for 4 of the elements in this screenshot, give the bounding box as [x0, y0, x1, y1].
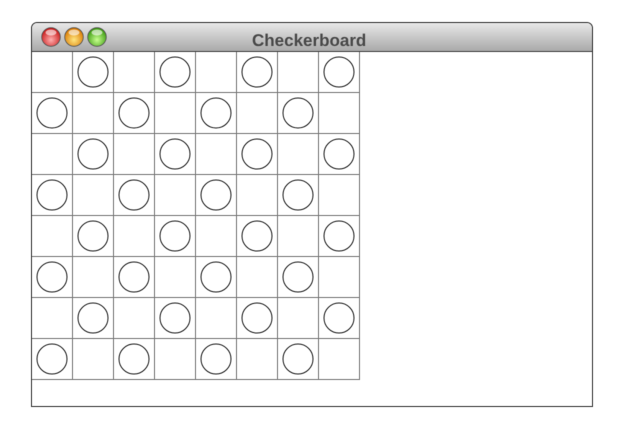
close-button[interactable]: [41, 27, 61, 47]
zoom-button[interactable]: [87, 27, 107, 47]
minimize-button[interactable]: [64, 27, 84, 47]
window-title: Checkerboard: [252, 30, 366, 52]
